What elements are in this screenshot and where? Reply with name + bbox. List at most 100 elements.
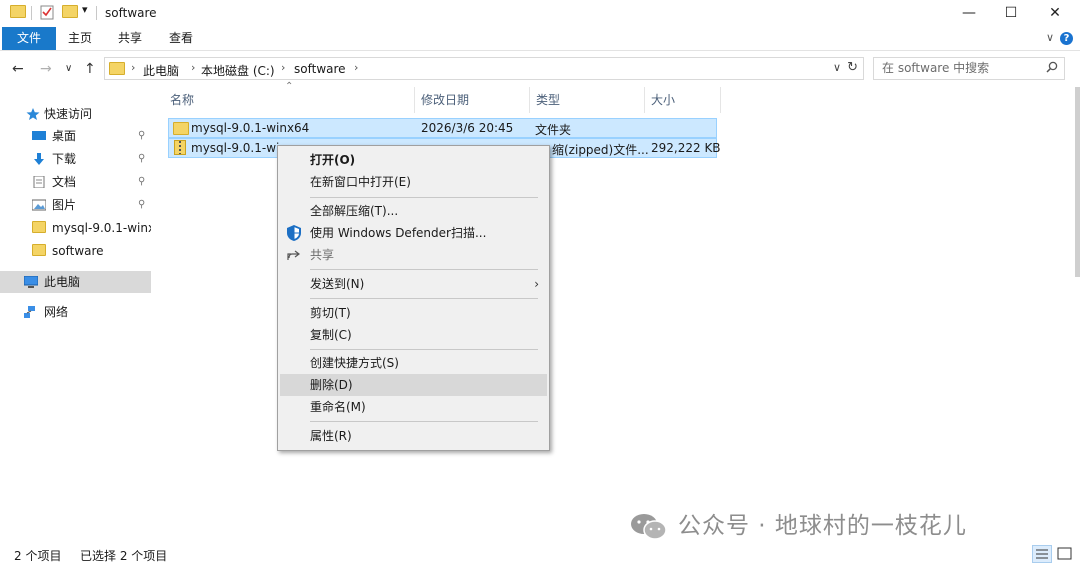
- column-header-name[interactable]: 名称: [155, 87, 414, 113]
- nav-label: 此电脑: [44, 275, 81, 289]
- picture-icon: [32, 199, 46, 211]
- breadcrumb-separator-icon: ›: [354, 61, 359, 74]
- menu-item-rename[interactable]: 重命名(M): [280, 396, 547, 418]
- breadcrumb-separator-icon: ›: [191, 61, 196, 74]
- menu-label: 创建快捷方式(S): [310, 356, 399, 370]
- nav-this-pc[interactable]: 此电脑: [0, 271, 151, 293]
- menu-label: 属性(R): [310, 429, 352, 443]
- share-icon: [287, 250, 300, 260]
- column-header-modified[interactable]: 修改日期: [406, 87, 520, 113]
- menu-label: 删除(D): [310, 378, 353, 392]
- folder-icon: [109, 62, 125, 75]
- back-button[interactable]: ←: [12, 61, 24, 77]
- file-type: 缩(zipped)文件...: [552, 143, 649, 157]
- folder-icon: [32, 244, 46, 256]
- breadcrumb-separator-icon: ›: [281, 61, 286, 74]
- forward-button[interactable]: →: [40, 61, 52, 77]
- search-input[interactable]: [882, 61, 1032, 75]
- title-bar: ▾ software — ☐ ✕: [0, 0, 1080, 27]
- minimize-button[interactable]: —: [946, 0, 992, 26]
- search-icon[interactable]: [1046, 61, 1058, 76]
- up-button[interactable]: ↑: [84, 61, 96, 77]
- navigation-bar: ← → ∨ ↑ › 此电脑 › 本地磁盘 (C:) › software › ∨…: [0, 51, 1080, 87]
- menu-label: 打开(O): [310, 153, 356, 167]
- details-view-button[interactable]: [1032, 545, 1052, 563]
- breadcrumb-separator-icon: ›: [131, 61, 136, 74]
- menu-label: 在新窗口中打开(E): [310, 175, 411, 189]
- menu-label: 复制(C): [310, 328, 352, 342]
- search-box[interactable]: [873, 57, 1065, 80]
- computer-icon: [24, 276, 38, 288]
- nav-label: 快速访问: [44, 107, 93, 121]
- tab-view[interactable]: 查看: [161, 27, 201, 50]
- address-dropdown-icon[interactable]: ∨: [833, 61, 841, 74]
- menu-separator: [310, 269, 538, 270]
- menu-item-properties[interactable]: 属性(R): [280, 425, 547, 447]
- address-bar[interactable]: › 此电脑 › 本地磁盘 (C:) › software › ∨ ↻: [104, 57, 864, 80]
- pin-icon: ⚲: [138, 153, 146, 164]
- selection-count: 已选择 2 个项目: [80, 549, 168, 563]
- nav-item-pictures[interactable]: 图片 ⚲: [0, 194, 151, 216]
- menu-label: 剪切(T): [310, 306, 351, 320]
- nav-item-software-folder[interactable]: software: [0, 240, 151, 262]
- properties-icon[interactable]: [40, 4, 55, 20]
- file-name: mysql-9.0.1-win: [191, 141, 281, 155]
- menu-item-copy[interactable]: 复制(C): [280, 324, 547, 346]
- download-icon: [34, 153, 44, 165]
- breadcrumb-software[interactable]: software: [294, 62, 346, 76]
- nav-quick-access[interactable]: 快速访问: [0, 103, 151, 125]
- nav-item-downloads[interactable]: 下载 ⚲: [0, 148, 151, 170]
- menu-label: 共享: [310, 248, 335, 262]
- menu-item-defender-scan[interactable]: 使用 Windows Defender扫描...: [280, 222, 547, 244]
- help-icon[interactable]: ?: [1060, 32, 1073, 45]
- item-count: 2 个项目: [14, 549, 62, 563]
- vertical-scrollbar[interactable]: [1075, 87, 1080, 277]
- nav-network[interactable]: 网络: [0, 301, 151, 323]
- nav-label: 图片: [52, 198, 77, 212]
- nav-item-documents[interactable]: 文档 ⚲: [0, 171, 151, 193]
- file-size: 292,222 KB: [651, 141, 721, 155]
- expand-ribbon-icon[interactable]: ∨: [1046, 31, 1054, 44]
- maximize-button[interactable]: ☐: [988, 0, 1034, 26]
- nav-label: 桌面: [52, 129, 77, 143]
- menu-separator: [310, 197, 538, 198]
- network-icon: [24, 306, 35, 318]
- menu-separator: [310, 298, 538, 299]
- menu-item-open[interactable]: 打开(O): [280, 149, 547, 171]
- column-header-size[interactable]: 大小: [636, 87, 716, 113]
- large-icons-view-button[interactable]: [1055, 545, 1075, 563]
- refresh-button[interactable]: ↻: [847, 60, 858, 75]
- file-type: 文件夹: [535, 123, 572, 137]
- tab-home[interactable]: 主页: [60, 27, 100, 50]
- tab-file[interactable]: 文件: [2, 27, 56, 50]
- menu-item-create-shortcut[interactable]: 创建快捷方式(S): [280, 352, 547, 374]
- nav-label: software: [52, 244, 104, 258]
- nav-item-mysql-folder[interactable]: mysql-9.0.1-winx6: [0, 217, 151, 239]
- menu-item-extract-all[interactable]: 全部解压缩(T)...: [280, 200, 547, 222]
- menu-item-send-to[interactable]: 发送到(N) ›: [280, 273, 547, 295]
- close-button[interactable]: ✕: [1032, 0, 1078, 26]
- pin-icon: ⚲: [138, 130, 146, 141]
- recent-locations-button[interactable]: ∨: [65, 63, 72, 74]
- menu-separator: [310, 349, 538, 350]
- breadcrumb-local-disk[interactable]: 本地磁盘 (C:): [201, 62, 275, 79]
- divider: [96, 6, 97, 20]
- customize-toolbar-icon[interactable]: ▾: [82, 3, 88, 16]
- file-row[interactable]: mysql-9.0.1-winx64 2026/3/6 20:45 文件夹: [168, 118, 717, 138]
- menu-item-share[interactable]: 共享: [280, 244, 547, 266]
- document-icon: [33, 176, 45, 188]
- nav-item-desktop[interactable]: 桌面 ⚲: [0, 125, 151, 147]
- divider: [31, 6, 32, 20]
- new-folder-icon[interactable]: [62, 5, 78, 18]
- desktop-icon: [32, 131, 46, 140]
- column-divider[interactable]: [720, 87, 721, 113]
- menu-item-open-new-window[interactable]: 在新窗口中打开(E): [280, 171, 547, 193]
- menu-item-cut[interactable]: 剪切(T): [280, 302, 547, 324]
- pin-icon: ⚲: [138, 199, 146, 210]
- tab-share[interactable]: 共享: [110, 27, 150, 50]
- column-header-type[interactable]: 类型: [521, 87, 636, 113]
- watermark-text: 公众号 · 地球村的一枝花儿: [678, 513, 967, 539]
- breadcrumb-this-pc[interactable]: 此电脑: [143, 62, 179, 79]
- menu-label: 全部解压缩(T)...: [310, 204, 399, 218]
- menu-item-delete[interactable]: 删除(D): [280, 374, 547, 396]
